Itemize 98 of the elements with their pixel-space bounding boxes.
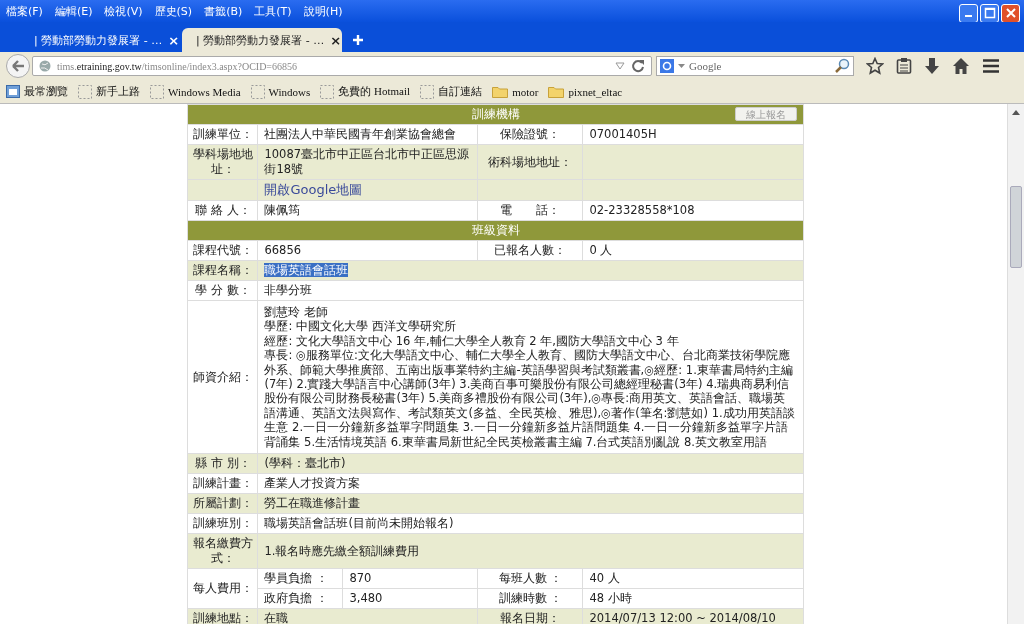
- tab-title: | 勞動部勞動力發展署 - …: [34, 32, 163, 48]
- teacher-info-text: 學歷: 中國文化大學 西洋文學研究所: [264, 319, 457, 334]
- clipboard-icon[interactable]: [896, 57, 912, 75]
- bookmark[interactable]: 自訂連結: [420, 84, 483, 99]
- field-value: 勞工在職進修計畫: [264, 496, 361, 511]
- menu-item[interactable]: 檢視(V): [104, 3, 143, 19]
- field-label: 學科場地地址：: [187, 144, 258, 180]
- teacher-info-text: 劉慧玲 老師: [264, 305, 330, 320]
- section-header: 訓練機構 線上報名: [187, 104, 804, 125]
- reload-icon[interactable]: [631, 59, 645, 73]
- field-label: 訓練單位：: [187, 124, 258, 145]
- field-value: 10087臺北市中正區台北市中正區思源街18號: [257, 144, 478, 180]
- menu-item[interactable]: 檔案(F): [6, 3, 43, 19]
- new-tab-icon[interactable]: [352, 34, 364, 46]
- browser-tab[interactable]: | 勞動部勞動力發展署 - … ×: [182, 28, 342, 52]
- field-label: 保險證號：: [477, 124, 583, 145]
- menu-icon[interactable]: [982, 58, 1000, 74]
- menu-item[interactable]: 歷史(S): [154, 3, 193, 19]
- teacher-info-text: 專長: ◎服務單位:文化大學語文中心、輔仁大學全人教育、國防大學語文中心、台北商業技術學院應外系、師範大學推廣部、五南出版事業特約主編-英語學習與考試類叢書,◎經歷: 1.東華書局特約主編(7年) 2.實踐大學語言中心講師(3年) 3.美商百事可樂股份有限公司總經理秘書(3年) 4.瑞典商易利信股份有限公司財務長秘書(3年) 5.美商多禮股份有限公司(3年),◎專長:商用英文、英語會話、職場英語溝通、英語文法與寫作、考試類英文(多益、全民英檢、雅思),◎著作(筆名:劉慧如) 1.成功用英語談生意 2.一日一分鐘新多益單字問題集 3.一日一分鐘新多益片語問題集 4.一日一分鐘新多益單字片語背誦集 5.生活情境英語 6.東華書局新世紀全民英檢叢書主編 7.台式英語別亂說 8.英文教室用語: [264, 348, 796, 450]
- field-label: 訓練計畫：: [187, 473, 258, 494]
- bookmark-folder-icon: [6, 85, 20, 98]
- tab-title: | 勞動部勞動力發展署 - …: [196, 32, 325, 48]
- bookmark[interactable]: 最常瀏覽: [6, 84, 68, 99]
- search-icon[interactable]: [834, 58, 850, 74]
- field-value: (學科：臺北市): [264, 456, 346, 471]
- bookmark[interactable]: Windows: [250, 84, 311, 99]
- field-label: 報名繳費方式：: [187, 533, 258, 569]
- field-label: 術科場地地址：: [477, 144, 583, 180]
- field-label: 訓練時數 ：: [477, 588, 583, 609]
- tab-close-icon[interactable]: ×: [330, 32, 342, 48]
- home-icon[interactable]: [952, 57, 970, 75]
- field-value: 職場英語會話班(目前尚未開始報名): [264, 516, 454, 531]
- page-icon: [320, 84, 335, 99]
- field-value: 非學分班: [264, 283, 313, 297]
- download-icon[interactable]: [924, 57, 940, 75]
- menu-item[interactable]: 工具(T): [254, 3, 292, 19]
- field-value: 48 小時: [582, 588, 804, 609]
- page-icon: [420, 84, 435, 99]
- field-value: 社團法人中華民國青年創業協會總會: [257, 124, 478, 145]
- field-value: 3,480: [342, 588, 478, 609]
- field-value: 1.報名時應先繳全額訓練費用: [264, 543, 420, 558]
- bookmark[interactable]: Windows Media: [150, 84, 241, 99]
- close-icon: [1004, 7, 1017, 19]
- field-value: 產業人才投資方案: [264, 476, 361, 491]
- field-value: 0 人: [582, 240, 804, 261]
- scrollbar-thumb[interactable]: [1010, 186, 1022, 268]
- bookmark[interactable]: motor: [492, 85, 539, 98]
- teacher-info-text: 經歷: 文化大學語文中心 16 年,輔仁大學全人教育 2 年,國防大學語文中心 3 年: [264, 333, 680, 348]
- folder-icon: [548, 85, 565, 98]
- field-label: 每班人數 ：: [477, 568, 583, 589]
- back-button[interactable]: [6, 54, 30, 78]
- field-label: 訓練班別：: [187, 513, 258, 534]
- field-value: 66856: [257, 240, 478, 261]
- field-value: 07001405H: [582, 124, 804, 145]
- address-bar[interactable]: tims.etraining.gov.tw/timsonline/index3.aspx?OCID=66856: [32, 56, 652, 76]
- field-value: 870: [342, 568, 478, 589]
- folder-icon: [492, 85, 509, 98]
- menu-item[interactable]: 書籤(B): [204, 3, 243, 19]
- field-value: 陳佩筠: [257, 200, 478, 221]
- browser-tab[interactable]: | 勞動部勞動力發展署 - … ×: [20, 28, 180, 52]
- field-label: 縣 市 別：: [187, 453, 258, 474]
- page-icon: [250, 84, 265, 99]
- field-value: 02-23328558*108: [582, 200, 804, 221]
- bookmark[interactable]: pixnet_eltac: [548, 85, 623, 98]
- menu-item[interactable]: 編輯(E): [54, 3, 93, 19]
- bookmark[interactable]: 新手上路: [78, 84, 140, 99]
- scrollbar[interactable]: [1007, 104, 1024, 624]
- page-icon: [78, 84, 92, 99]
- minimize-button[interactable]: [959, 3, 978, 23]
- field-label: 聯 絡 人：: [187, 200, 258, 221]
- field-label: 政府負擔 ：: [257, 588, 343, 609]
- field-label: 學 分 數：: [187, 280, 258, 301]
- bookmark[interactable]: 免費的 Hotmail: [320, 84, 411, 99]
- globe-icon: [39, 60, 51, 72]
- back-arrow-icon: [10, 58, 26, 74]
- star-icon[interactable]: [866, 57, 884, 75]
- field-label: 課程代號：: [187, 240, 258, 261]
- caret-icon[interactable]: [678, 63, 685, 69]
- maximize-icon: [983, 7, 996, 19]
- maximize-button[interactable]: [980, 3, 999, 23]
- menu-item[interactable]: 說明(H): [303, 3, 343, 19]
- search-box[interactable]: Google: [656, 56, 854, 76]
- search-field[interactable]: Google: [689, 60, 830, 72]
- minimize-icon: [965, 15, 972, 17]
- field-label: 所屬計劃：: [187, 493, 258, 514]
- field-label: 學員負擔 ：: [257, 568, 343, 589]
- field-label: 已報名人數：: [477, 240, 583, 261]
- field-label: 每人費用：: [187, 568, 258, 609]
- field-label: 訓練地點：: [187, 608, 258, 624]
- close-button[interactable]: [1001, 3, 1020, 23]
- field-value: 40 人: [582, 568, 804, 589]
- field-label: 課程名稱：: [187, 260, 258, 281]
- page-icon: [150, 84, 164, 99]
- tab-close-icon[interactable]: ×: [168, 32, 180, 48]
- field-label: 電 話：: [477, 200, 583, 221]
- scroll-up-icon[interactable]: [1012, 109, 1020, 115]
- section-header: 班級資料: [187, 220, 804, 241]
- field-label: 師資介紹：: [187, 300, 258, 454]
